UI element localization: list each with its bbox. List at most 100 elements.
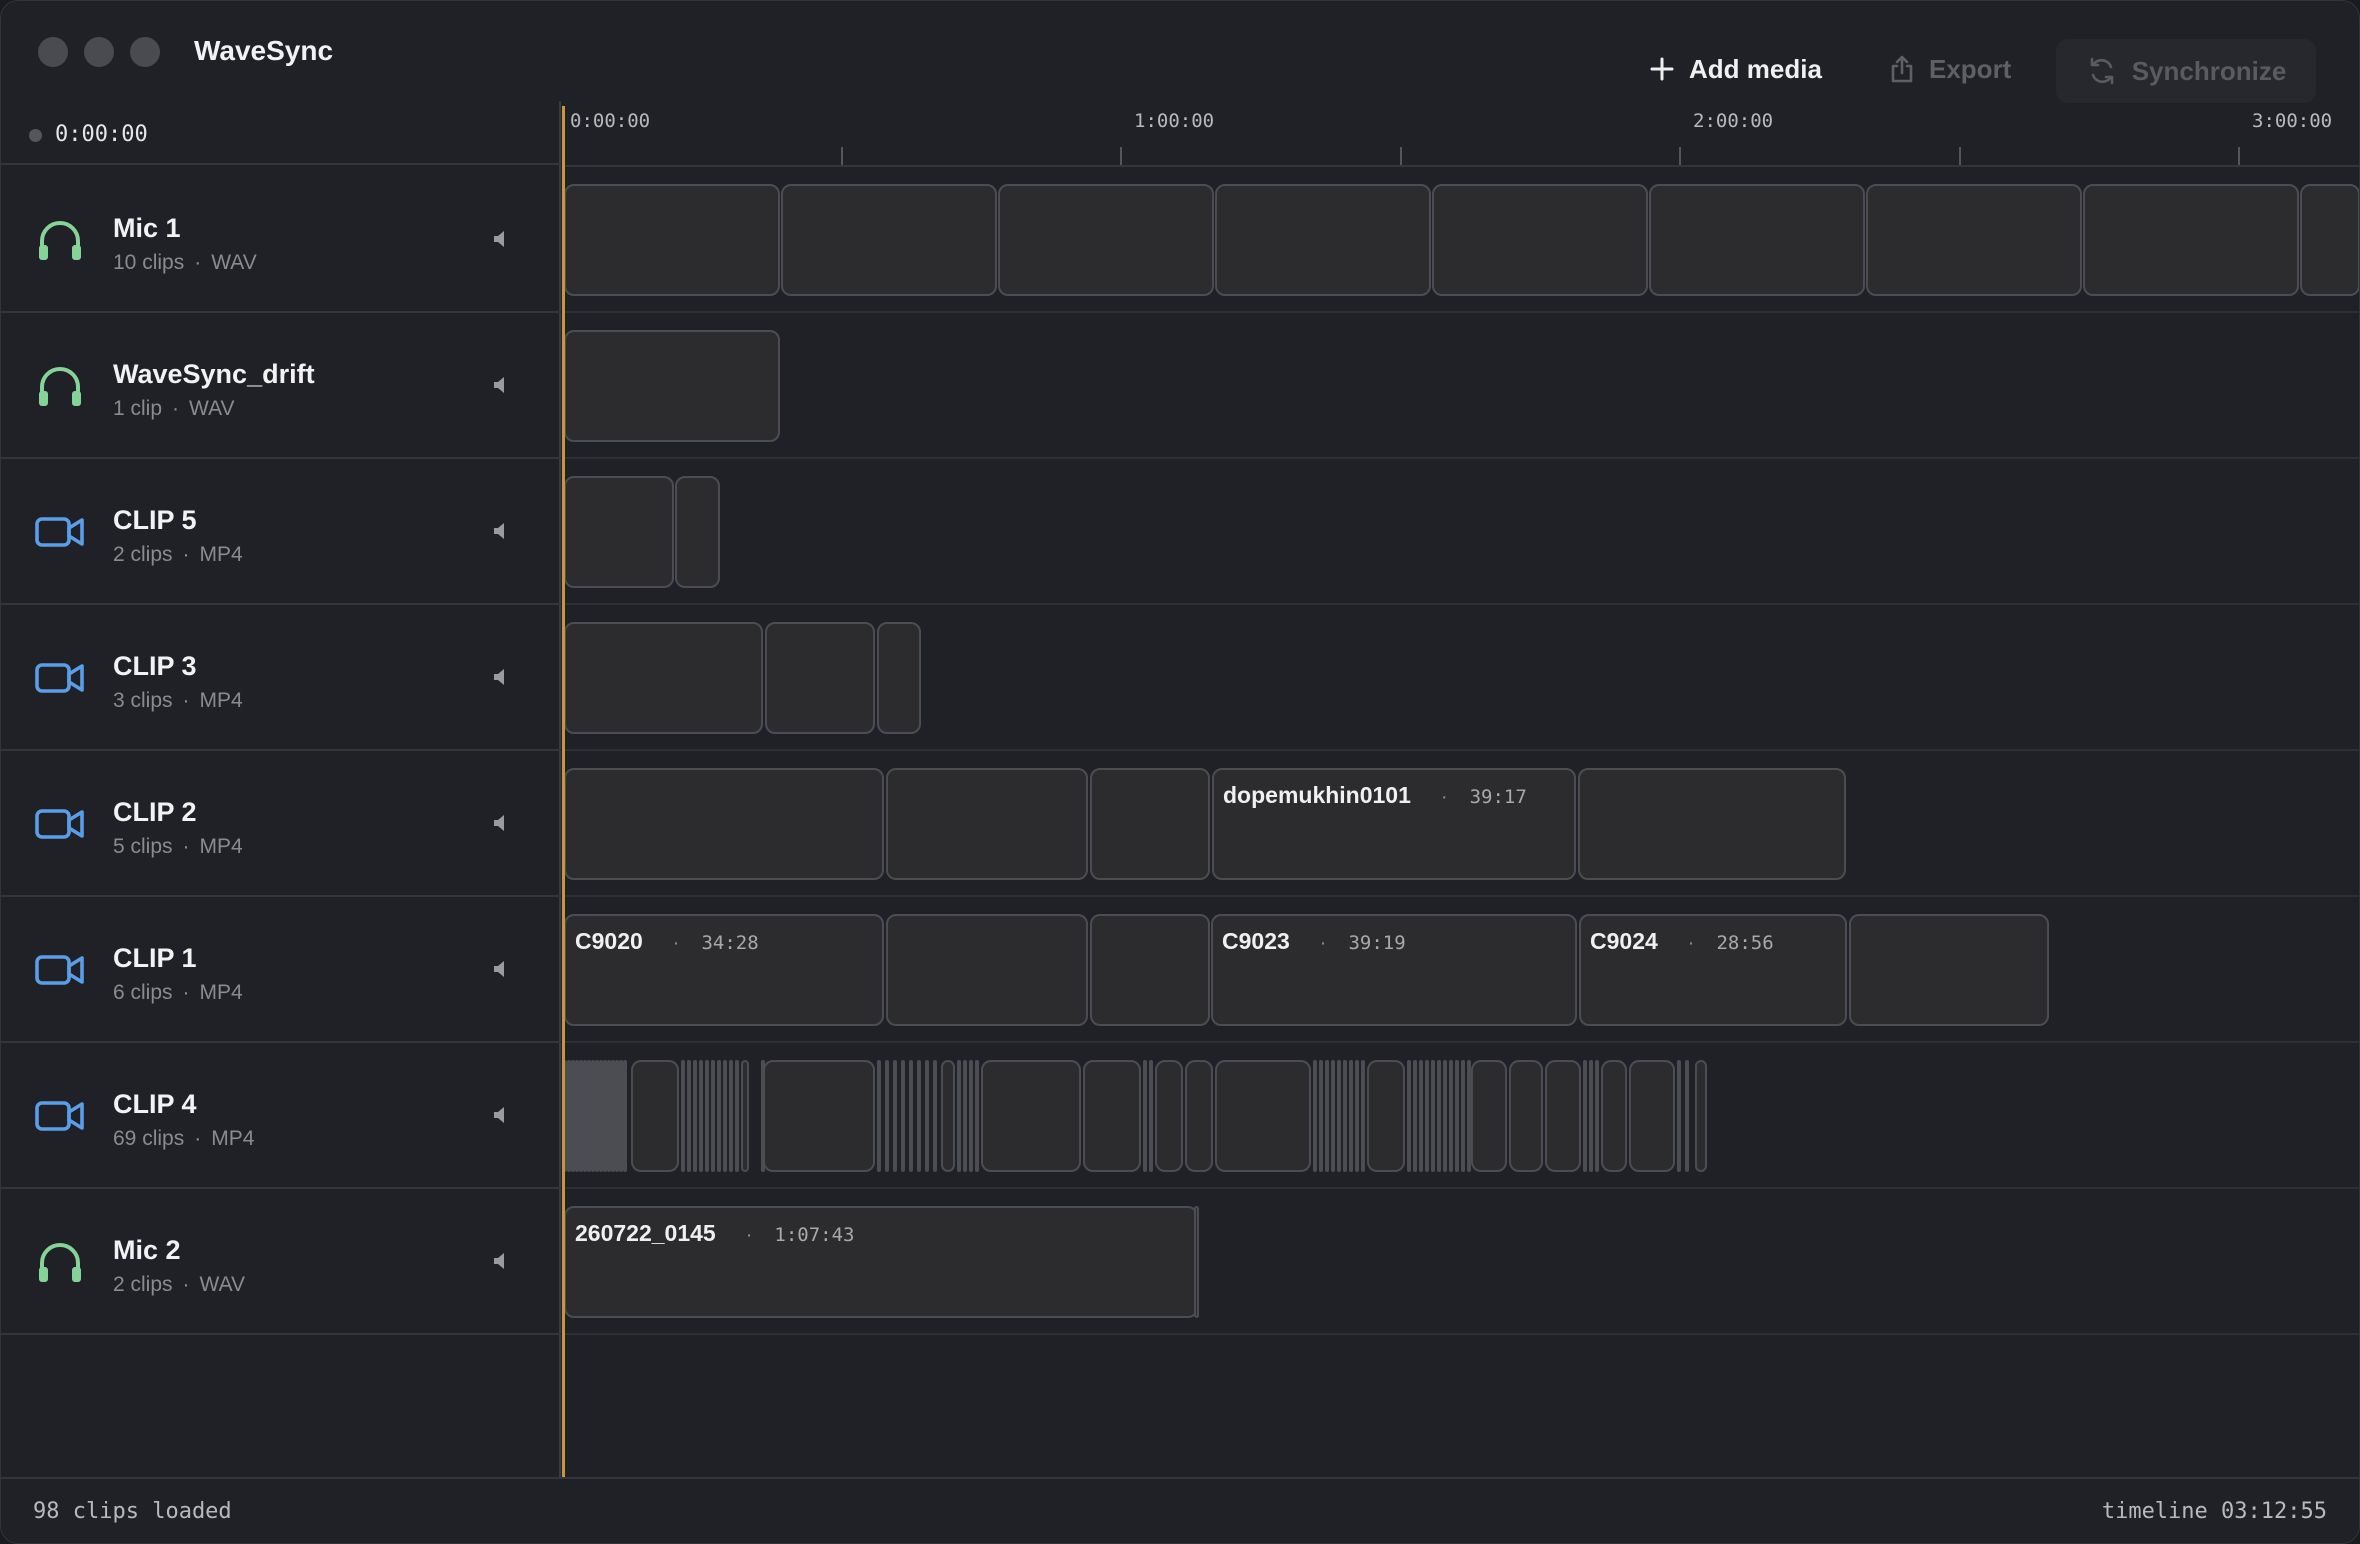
media-clip[interactable] xyxy=(1090,914,1210,1026)
media-clip[interactable] xyxy=(1313,1060,1317,1172)
media-clip[interactable]: 260722_0145 · 1:07:43 xyxy=(564,1206,1198,1318)
track-header[interactable]: CLIP 2 5 clips · MP4 xyxy=(1,751,561,897)
media-clip[interactable] xyxy=(693,1060,697,1172)
media-clip[interactable] xyxy=(1583,1060,1587,1172)
track-lane[interactable] xyxy=(563,313,2359,459)
media-clip[interactable] xyxy=(901,1060,905,1172)
media-clip[interactable] xyxy=(717,1060,721,1172)
media-clip[interactable] xyxy=(687,1060,691,1172)
media-clip[interactable] xyxy=(1849,914,2049,1026)
media-clip[interactable] xyxy=(1601,1060,1627,1172)
media-clip[interactable] xyxy=(1578,768,1846,880)
media-clip[interactable] xyxy=(917,1060,921,1172)
speaker-icon[interactable] xyxy=(491,959,511,979)
media-clip[interactable] xyxy=(1677,1060,1681,1172)
media-clip[interactable] xyxy=(564,330,780,442)
media-clip[interactable] xyxy=(1083,1060,1141,1172)
media-clip[interactable] xyxy=(1419,1060,1423,1172)
media-clip[interactable] xyxy=(1461,1060,1465,1172)
media-clip[interactable] xyxy=(877,1060,881,1172)
minimize-window-button[interactable] xyxy=(84,37,114,67)
media-clip[interactable] xyxy=(1432,184,1648,296)
media-clip[interactable] xyxy=(681,1060,685,1172)
media-clip[interactable] xyxy=(1437,1060,1441,1172)
media-clip[interactable] xyxy=(933,1060,937,1172)
media-clip[interactable] xyxy=(1471,1060,1507,1172)
track-lane[interactable]: C9020 · 34:28 C9023 · 39:19 C9024 · 28:56 xyxy=(563,897,2359,1043)
media-clip[interactable] xyxy=(1649,184,1865,296)
track-lane[interactable]: 260722_0145 · 1:07:43 xyxy=(563,1189,2359,1335)
media-clip[interactable] xyxy=(1629,1060,1675,1172)
media-clip[interactable] xyxy=(564,622,763,734)
media-clip[interactable] xyxy=(711,1060,715,1172)
media-clip[interactable] xyxy=(1589,1060,1593,1172)
media-clip[interactable] xyxy=(1413,1060,1417,1172)
track-header[interactable]: CLIP 5 2 clips · MP4 xyxy=(1,459,561,605)
media-clip[interactable] xyxy=(1431,1060,1435,1172)
media-clip[interactable] xyxy=(564,768,884,880)
media-clip[interactable] xyxy=(998,184,1214,296)
media-clip[interactable] xyxy=(877,622,921,734)
media-clip[interactable] xyxy=(1443,1060,1447,1172)
speaker-icon[interactable] xyxy=(491,229,511,249)
media-clip[interactable] xyxy=(981,1060,1081,1172)
media-clip[interactable]: dopemukhin0101 · 39:17 xyxy=(1212,768,1576,880)
media-clip[interactable] xyxy=(925,1060,929,1172)
track-lane[interactable] xyxy=(563,167,2359,313)
media-clip[interactable] xyxy=(975,1060,979,1172)
media-clip[interactable] xyxy=(623,1060,627,1172)
playhead[interactable] xyxy=(562,106,565,1477)
media-clip[interactable] xyxy=(2300,184,2359,296)
track-header[interactable]: CLIP 1 6 clips · MP4 xyxy=(1,897,561,1043)
media-clip[interactable] xyxy=(941,1060,955,1172)
media-clip[interactable] xyxy=(763,1060,875,1172)
track-header[interactable]: CLIP 4 69 clips · MP4 xyxy=(1,1043,561,1189)
media-clip[interactable] xyxy=(741,1060,749,1172)
media-clip[interactable] xyxy=(893,1060,897,1172)
track-lane[interactable] xyxy=(563,459,2359,605)
track-header[interactable]: Mic 1 10 clips · WAV xyxy=(1,167,561,313)
media-clip[interactable] xyxy=(1866,184,2082,296)
media-clip[interactable] xyxy=(564,184,780,296)
speaker-icon[interactable] xyxy=(491,521,511,541)
zoom-window-button[interactable] xyxy=(130,37,160,67)
media-clip[interactable] xyxy=(1349,1060,1353,1172)
media-clip[interactable] xyxy=(1090,768,1210,880)
media-clip[interactable] xyxy=(1215,1060,1311,1172)
track-header[interactable]: Mic 2 2 clips · WAV xyxy=(1,1189,561,1335)
media-clip[interactable] xyxy=(963,1060,967,1172)
media-clip[interactable]: C9020 · 34:28 xyxy=(564,914,884,1026)
media-clip[interactable] xyxy=(781,184,997,296)
media-clip[interactable] xyxy=(1155,1060,1183,1172)
media-clip[interactable] xyxy=(1319,1060,1323,1172)
track-header[interactable]: CLIP 3 3 clips · MP4 xyxy=(1,605,561,751)
media-clip[interactable] xyxy=(885,1060,889,1172)
speaker-icon[interactable] xyxy=(491,667,511,687)
speaker-icon[interactable] xyxy=(491,1105,511,1125)
media-clip[interactable] xyxy=(1149,1060,1153,1172)
media-clip[interactable] xyxy=(1545,1060,1581,1172)
media-clip[interactable] xyxy=(1367,1060,1405,1172)
media-clip[interactable] xyxy=(1425,1060,1429,1172)
media-clip[interactable] xyxy=(1361,1060,1365,1172)
media-clip[interactable] xyxy=(735,1060,739,1172)
speaker-icon[interactable] xyxy=(491,813,511,833)
media-clip[interactable] xyxy=(1449,1060,1453,1172)
media-clip[interactable] xyxy=(675,476,720,588)
media-clip[interactable] xyxy=(1194,1206,1199,1318)
media-clip[interactable] xyxy=(723,1060,727,1172)
add-media-button[interactable]: Add media xyxy=(1649,39,1822,99)
media-clip[interactable] xyxy=(909,1060,913,1172)
media-clip[interactable] xyxy=(1215,184,1431,296)
media-clip[interactable] xyxy=(705,1060,709,1172)
media-clip[interactable] xyxy=(2083,184,2299,296)
close-window-button[interactable] xyxy=(38,37,68,67)
media-clip[interactable] xyxy=(729,1060,733,1172)
speaker-icon[interactable] xyxy=(491,1251,511,1271)
media-clip[interactable]: C9024 · 28:56 xyxy=(1579,914,1847,1026)
media-clip[interactable] xyxy=(1337,1060,1341,1172)
media-clip[interactable] xyxy=(765,622,875,734)
media-clip[interactable] xyxy=(699,1060,703,1172)
media-clip[interactable] xyxy=(1143,1060,1147,1172)
media-clip[interactable] xyxy=(969,1060,973,1172)
